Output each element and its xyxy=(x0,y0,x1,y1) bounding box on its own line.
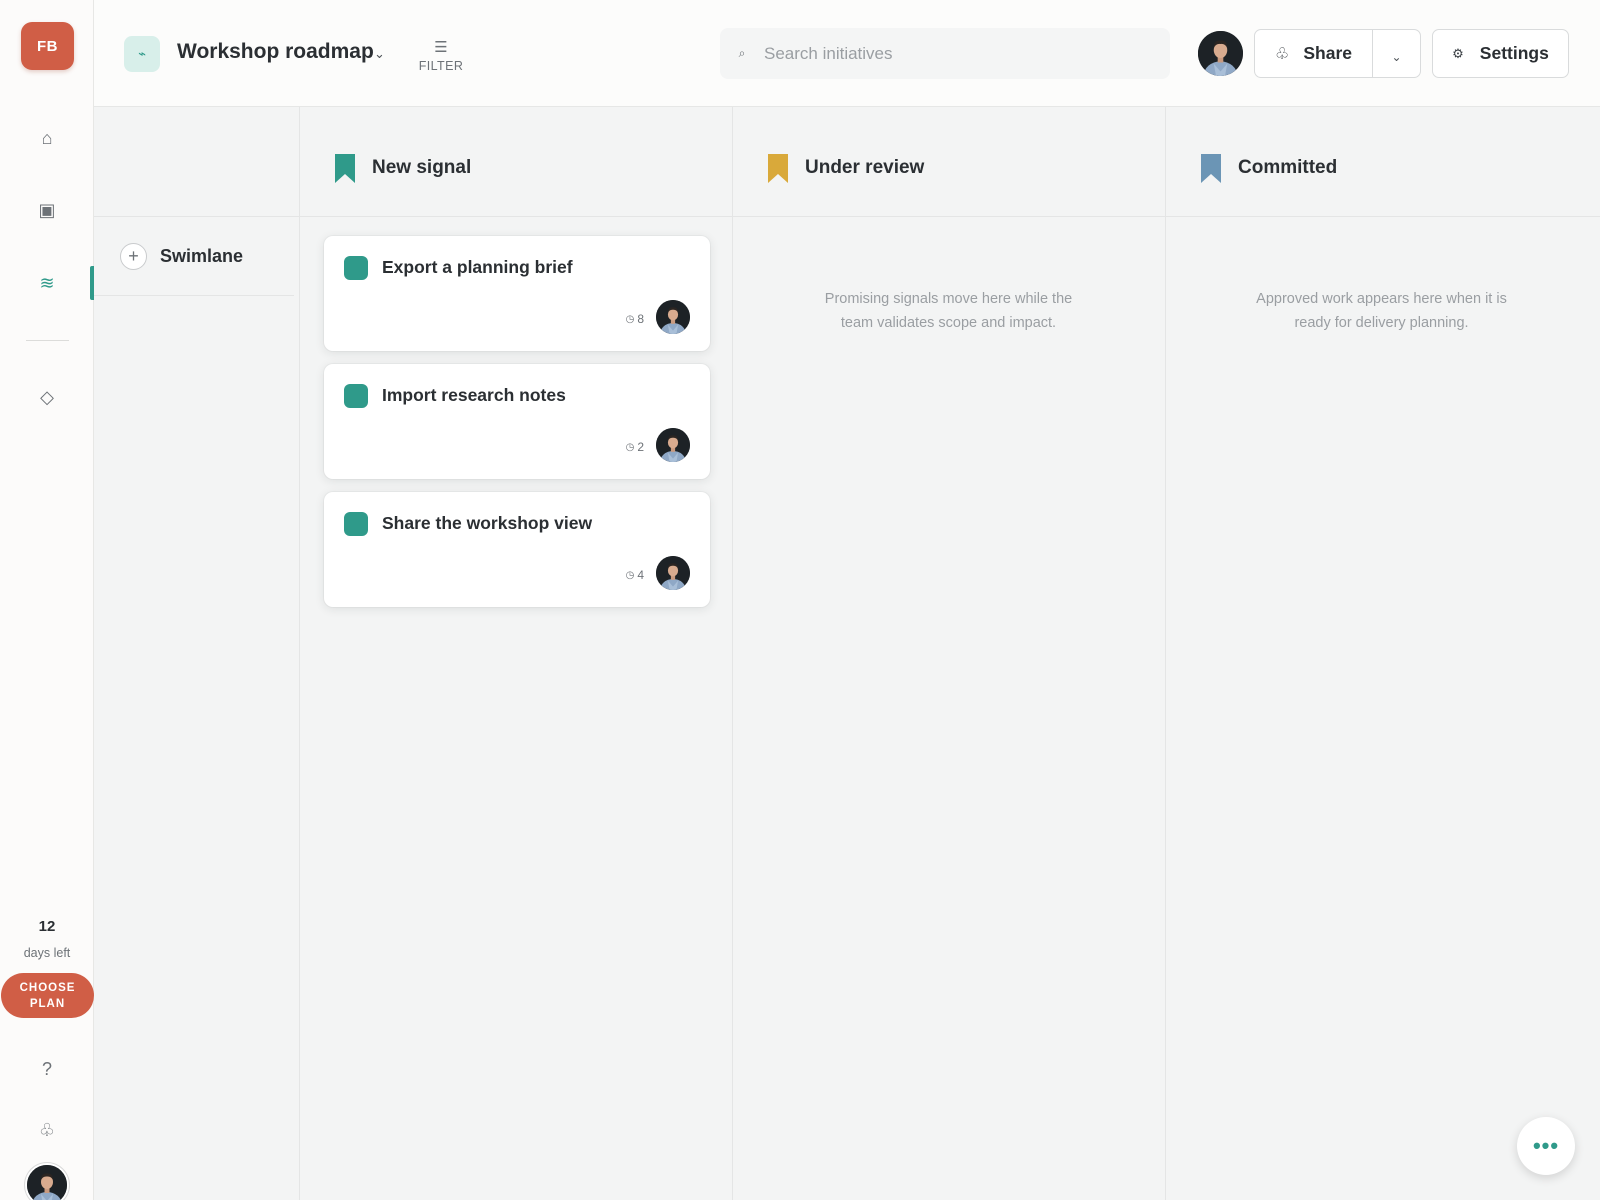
search-box: ⌕ xyxy=(720,28,1170,79)
chevron-down-icon[interactable]: ⌄ xyxy=(374,46,385,62)
board-icon[interactable]: ▣ xyxy=(27,190,67,230)
empty-column-note: Approved work appears here when it is re… xyxy=(1256,291,1507,331)
roadmap-icon[interactable]: ≋ xyxy=(27,263,67,303)
assignee-avatar[interactable] xyxy=(656,556,690,590)
column-header-under-review[interactable]: Under review xyxy=(768,148,924,188)
trial-days-count: 12 xyxy=(38,918,56,935)
top-bar: ⌁ Workshop roadmap ⌄ ☰ FILTER ⌕ ♧ Share … xyxy=(94,0,1600,107)
bookmark-icon xyxy=(768,154,788,183)
assignee-avatar[interactable] xyxy=(656,428,690,462)
choose-plan-button[interactable]: CHOOSE PLAN xyxy=(1,973,94,1018)
comment-count: ◷ 8 xyxy=(626,312,644,326)
share-options-chevron-icon[interactable]: ⌄ xyxy=(1373,30,1420,77)
share-button-group: ♧ Share ⌄ xyxy=(1254,29,1421,78)
insights-icon[interactable]: ◇ xyxy=(27,377,67,417)
initiative-card[interactable]: Import research notes ◷ 2 xyxy=(324,364,710,479)
settings-label: Settings xyxy=(1479,43,1549,63)
column-header-divider xyxy=(94,216,1600,217)
bookmark-icon xyxy=(1201,154,1221,183)
bookmark-icon xyxy=(335,154,355,183)
share-label: Share xyxy=(1303,43,1352,63)
column-header-new-signal[interactable]: New signal xyxy=(335,148,471,188)
share-icon: ♧ xyxy=(1275,45,1290,63)
clock-icon: ◷ xyxy=(625,313,635,325)
user-avatar[interactable] xyxy=(25,1163,69,1200)
column-header-committed[interactable]: Committed xyxy=(1201,148,1337,188)
share-button[interactable]: ♧ Share xyxy=(1255,30,1373,77)
collaborator-avatar[interactable] xyxy=(1198,31,1243,76)
settings-button[interactable]: ⚙ Settings xyxy=(1432,29,1569,78)
count-value: 8 xyxy=(637,312,644,326)
roadmap-badge-icon: ⌁ xyxy=(124,36,160,72)
add-swimlane-icon[interactable]: + xyxy=(120,242,147,270)
status-swatch xyxy=(344,384,368,408)
column-title: Committed xyxy=(1238,157,1338,178)
workspace-logo[interactable]: FB xyxy=(21,22,74,70)
count-value: 2 xyxy=(637,440,644,454)
column-divider xyxy=(299,107,300,1200)
home-icon[interactable]: ⌂ xyxy=(27,118,67,158)
card-title: Import research notes xyxy=(382,385,566,405)
clock-icon: ◷ xyxy=(625,569,635,581)
status-swatch xyxy=(344,256,368,280)
rail-divider xyxy=(26,340,69,341)
board-title[interactable]: Workshop roadmap xyxy=(177,40,374,64)
more-options-button[interactable]: ••• xyxy=(1517,1117,1575,1175)
comment-count: ◷ 4 xyxy=(626,568,644,582)
integrations-icon[interactable]: ♧ xyxy=(27,1110,67,1150)
swimlane-label[interactable]: Swimlane xyxy=(160,246,243,267)
column-divider xyxy=(1165,107,1166,1200)
kanban-board: New signal Under review Committed + Swim… xyxy=(94,107,1600,1200)
column-title: New signal xyxy=(372,157,472,178)
count-value: 4 xyxy=(637,568,644,582)
app-root: FB ⌂ ▣ ≋ ◇ 12 days left CHOOSE PLAN ? ♧ … xyxy=(0,0,1600,1200)
card-title: Export a planning brief xyxy=(382,257,573,277)
trial-days-label: days left xyxy=(23,946,71,960)
swimlane-row-header: + Swimlane xyxy=(94,217,294,296)
filter-label: FILTER xyxy=(418,58,464,73)
clock-icon: ◷ xyxy=(625,441,635,453)
initiative-card[interactable]: Share the workshop view ◷ 4 xyxy=(324,492,710,607)
card-title: Share the workshop view xyxy=(382,513,593,533)
initiative-card[interactable]: Export a planning brief ◷ 8 xyxy=(324,236,710,351)
filter-button[interactable]: ☰ FILTER xyxy=(414,34,468,78)
status-swatch xyxy=(344,512,368,536)
column-title: Under review xyxy=(805,157,925,178)
help-icon[interactable]: ? xyxy=(27,1049,67,1089)
column-divider xyxy=(732,107,733,1200)
search-icon: ⌕ xyxy=(738,46,746,60)
filter-icon: ☰ xyxy=(434,38,448,56)
assignee-avatar[interactable] xyxy=(656,300,690,334)
gear-icon: ⚙ xyxy=(1452,45,1464,61)
search-input[interactable] xyxy=(764,28,1170,79)
left-rail: FB ⌂ ▣ ≋ ◇ 12 days left CHOOSE PLAN ? ♧ xyxy=(0,0,94,1200)
comment-count: ◷ 2 xyxy=(626,440,644,454)
empty-column-note: Promising signals move here while the te… xyxy=(824,291,1073,331)
